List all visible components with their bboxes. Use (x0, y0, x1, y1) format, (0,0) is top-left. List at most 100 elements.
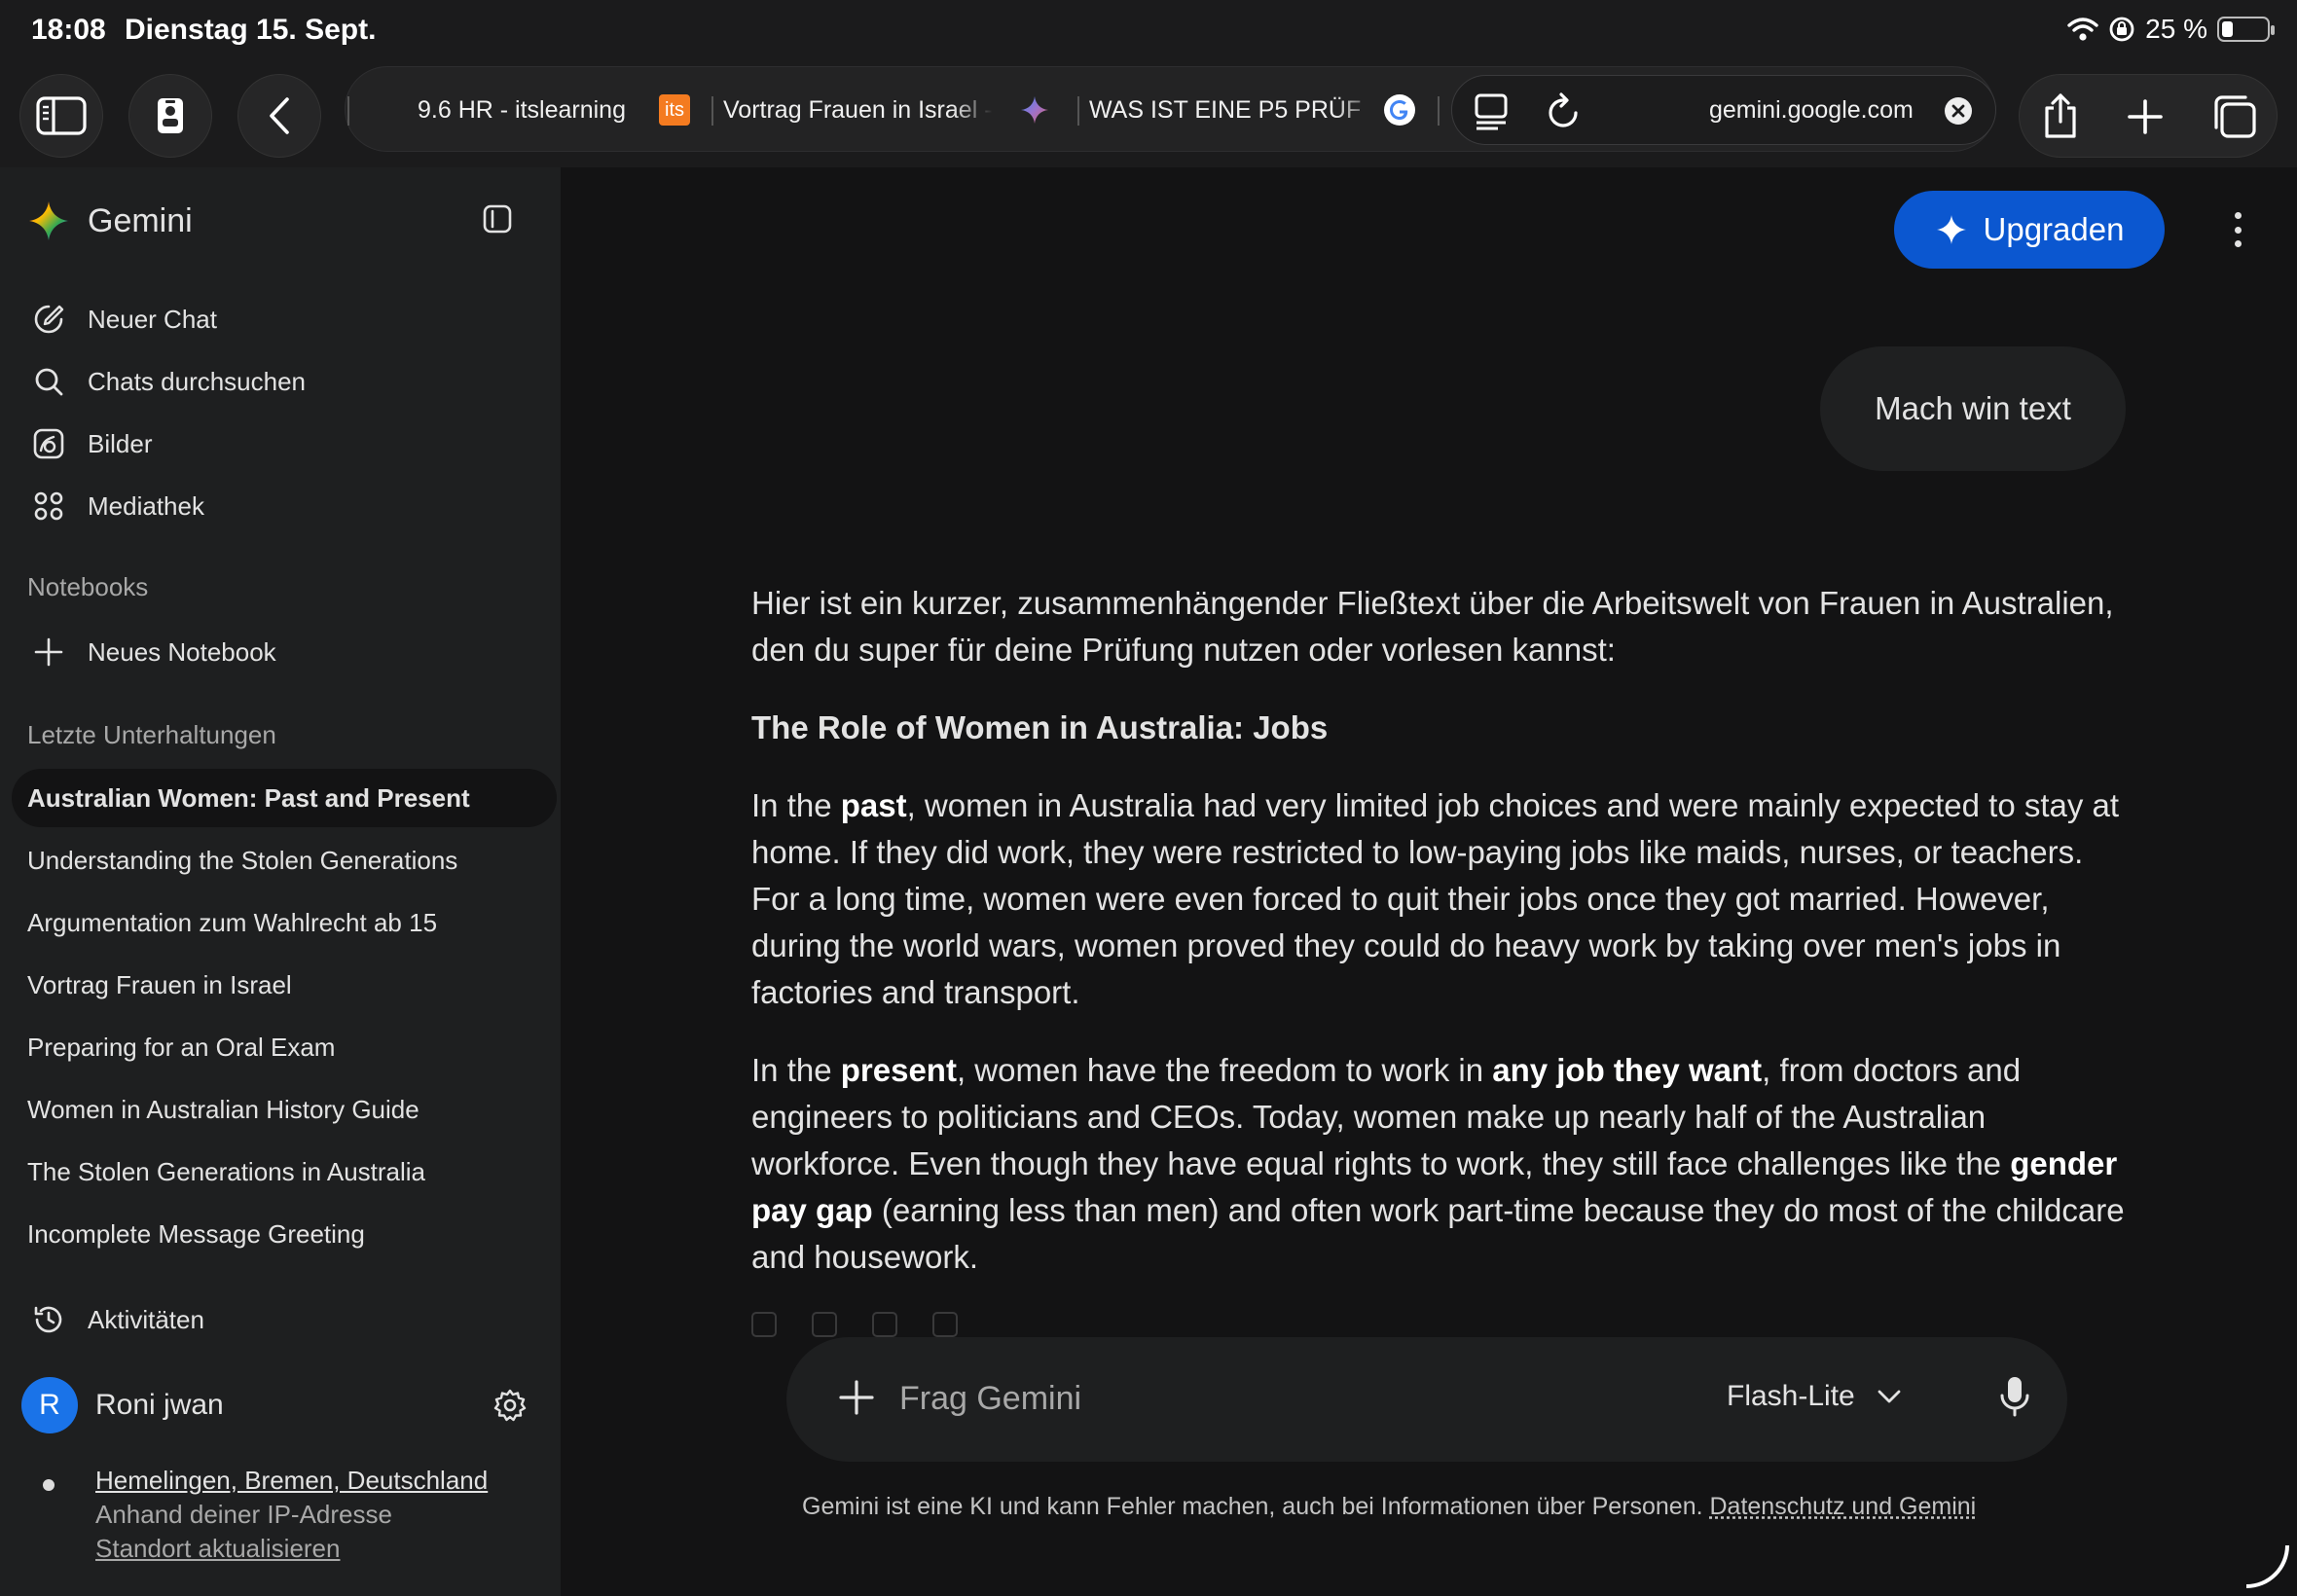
model-selector[interactable]: Flash-Lite (1727, 1380, 1902, 1413)
sidebar-icon (36, 96, 87, 135)
conversation-item[interactable]: Women in Australian History Guide (12, 1080, 557, 1139)
battery-percent: 25 % (2145, 14, 2207, 44)
gear-icon[interactable] (492, 1388, 528, 1423)
status-date: Dienstag 15. Sept. (125, 14, 377, 46)
conversation-item[interactable]: The Stolen Generations in Australia (12, 1143, 557, 1201)
recent-heading: Letzte Unterhaltungen (27, 720, 276, 749)
status-indicators: 25 % (2067, 12, 2275, 47)
conversation-item[interactable]: Vortrag Frauen in Israel (12, 956, 557, 1014)
library-button[interactable]: Mediathek (31, 485, 204, 527)
tab-separator (711, 96, 713, 126)
badge-icon (158, 98, 183, 133)
response-intro: Hier ist ein kurzer, zusammenhängender F… (751, 585, 2114, 668)
conversation-item[interactable]: Incomplete Message Greeting (12, 1205, 557, 1263)
search-icon (31, 364, 66, 399)
prompt-input[interactable]: Frag Gemini (899, 1380, 1081, 1418)
share-icon[interactable] (2041, 92, 2080, 139)
upgrade-label: Upgraden (1983, 211, 2125, 247)
rotation-lock-icon (2109, 17, 2134, 42)
library-icon (31, 489, 66, 524)
nav-label: Chats durchsuchen (88, 366, 307, 396)
tab-separator (1077, 96, 1079, 126)
reload-icon[interactable] (1546, 91, 1581, 130)
response-heading: The Role of Women in Australia: Jobs (751, 709, 1329, 745)
account-row[interactable]: R Roni jwan (21, 1374, 528, 1436)
tab-separator (1438, 96, 1440, 126)
history-icon (31, 1302, 66, 1337)
new-chat-icon (31, 302, 66, 337)
model-name: Flash-Lite (1727, 1380, 1855, 1412)
gemini-logo[interactable]: Gemini (27, 197, 193, 245)
tab-vortrag-frauen[interactable]: Vortrag Frauen in Israel - (723, 67, 1002, 153)
new-tab-icon[interactable] (2127, 98, 2164, 135)
back-button[interactable] (237, 74, 321, 158)
nav-label: Neuer Chat (88, 304, 217, 334)
prompt-composer[interactable]: Frag Gemini Flash-Lite (786, 1337, 2067, 1462)
location-dot-icon (43, 1479, 55, 1491)
disclaimer: Gemini ist eine KI und kann Fehler mache… (802, 1493, 1977, 1520)
images-button[interactable]: Bilder (31, 422, 152, 465)
location-info: Hemelingen, Bremen, Deutschland Anhand d… (95, 1464, 488, 1566)
new-notebook-button[interactable]: Neues Notebook (31, 631, 276, 673)
avatar[interactable]: R (21, 1377, 78, 1433)
status-bar: 18:08 Dienstag 15. Sept. 25 % (0, 0, 2297, 58)
nav-label: Bilder (88, 428, 153, 458)
gemini-favicon (1019, 67, 1058, 153)
status-time: 18:08 (31, 14, 106, 46)
chevron-down-icon (1878, 1390, 1901, 1403)
tab-separator (347, 96, 349, 126)
microphone-icon[interactable] (1999, 1374, 2030, 1421)
plus-icon (31, 635, 66, 670)
tab-label: Vortrag Frauen in Israel - (723, 95, 993, 124)
conversation-item[interactable]: Argumentation zum Wahlrecht ab 15 (12, 893, 557, 952)
gemini-icon (29, 201, 68, 240)
tab-overview-icon[interactable] (2210, 94, 2257, 139)
response-paragraph-present: In the present, women have the freedom t… (751, 1052, 2125, 1275)
sidebar: Gemini Neuer Chat Chats durchsuchen Bild… (0, 167, 561, 1596)
tab-label: 9.6 HR - itslearning (418, 95, 626, 124)
notebooks-heading: Notebooks (27, 572, 149, 601)
image-icon (31, 426, 66, 461)
model-response: Hier ist ein kurzer, zusammenhängender F… (751, 580, 2133, 1312)
chat-area: Upgraden Mach win text Hier ist ein kurz… (561, 167, 2297, 1596)
profile-button[interactable] (128, 74, 212, 158)
address-bar[interactable]: gemini.google.com (1451, 75, 1996, 145)
nav-label: Mediathek (88, 490, 204, 521)
brand-name: Gemini (88, 201, 193, 239)
thumbs-up-icon[interactable] (751, 1312, 777, 1337)
upgrade-button[interactable]: Upgraden (1894, 191, 2165, 269)
conversation-item[interactable]: Preparing for an Oral Exam (12, 1018, 557, 1076)
sidebar-toggle-button[interactable] (19, 74, 103, 158)
tab-strip: 9.6 HR - itslearning its Vortrag Frauen … (345, 66, 1996, 153)
chevron-left-icon (270, 97, 289, 134)
clear-url-button[interactable] (1945, 97, 1972, 125)
its-favicon: its (659, 67, 698, 153)
add-attachment-icon[interactable] (835, 1376, 878, 1419)
battery-icon (2217, 17, 2275, 42)
user-message: Mach win text (1820, 346, 2126, 471)
nav-label: Neues Notebook (88, 636, 276, 667)
copy-icon[interactable] (812, 1312, 837, 1337)
activity-button[interactable]: Aktivitäten (31, 1298, 204, 1341)
conversation-item-active[interactable]: Australian Women: Past and Present (12, 769, 557, 827)
reader-icon[interactable] (1474, 93, 1509, 130)
google-favicon (1383, 67, 1422, 153)
more-options-icon[interactable] (2233, 212, 2242, 247)
location-link[interactable]: Hemelingen, Bremen, Deutschland (95, 1464, 488, 1498)
new-chat-button[interactable]: Neuer Chat (31, 298, 217, 341)
tab-p5-pruefung[interactable]: WAS IST EINE P5 PRÜFU (1089, 67, 1362, 153)
sparkle-icon (1936, 215, 1966, 244)
search-chats-button[interactable]: Chats durchsuchen (31, 360, 306, 403)
location-note: Anhand deiner IP-Adresse (95, 1500, 392, 1529)
regenerate-icon[interactable] (872, 1312, 897, 1337)
url-text[interactable]: gemini.google.com (1709, 96, 1914, 125)
conversation-item[interactable]: Understanding the Stolen Generations (12, 831, 557, 889)
update-location-link[interactable]: Standort aktualisieren (95, 1532, 488, 1566)
collapse-sidebar-icon[interactable] (481, 202, 514, 236)
browser-toolbar: 9.6 HR - itslearning its Vortrag Frauen … (0, 58, 2297, 167)
privacy-link[interactable]: Datenschutz und Gemini (1709, 1493, 1976, 1520)
more-icon[interactable] (932, 1312, 958, 1337)
browser-actions (2019, 74, 2278, 158)
nav-label: Aktivitäten (88, 1304, 204, 1334)
wifi-icon (2067, 18, 2098, 41)
